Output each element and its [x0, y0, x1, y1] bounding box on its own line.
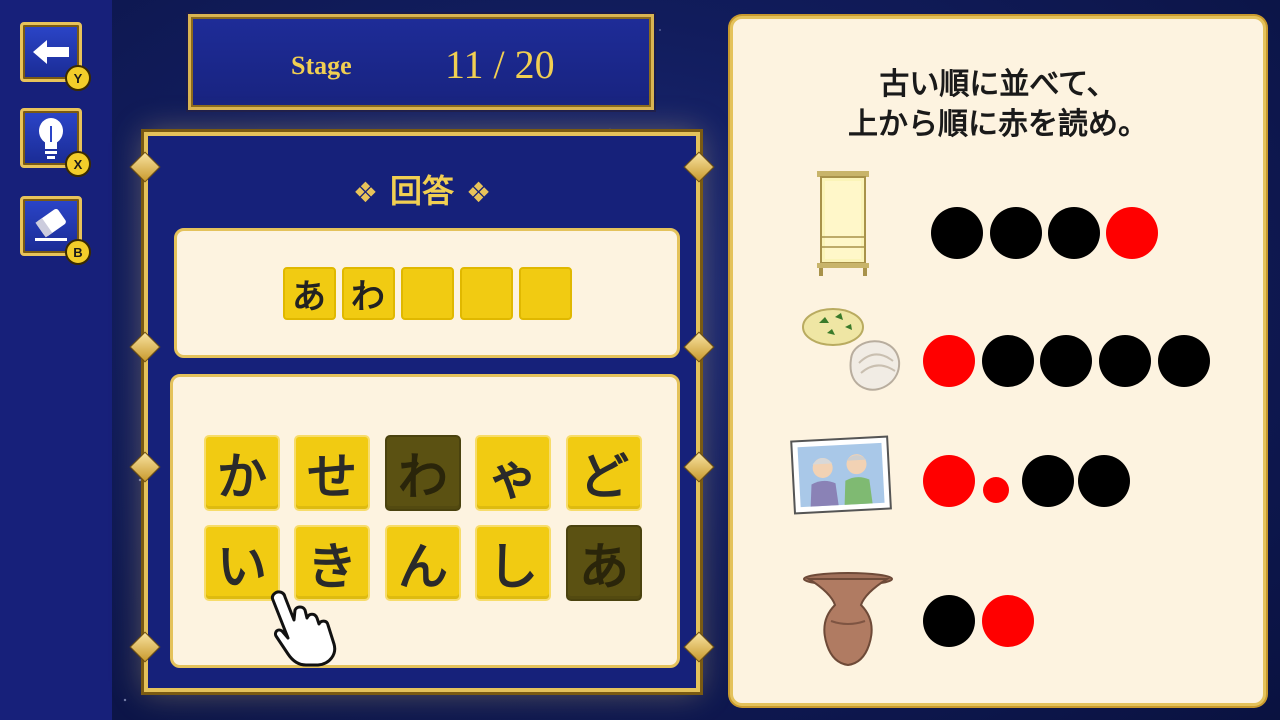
instruction-line-1: 古い順に並べて、 — [879, 67, 1117, 102]
clue3-dot-red-small — [983, 477, 1009, 503]
answer-slot[interactable]: あ — [282, 266, 336, 320]
answer-slots: あ わ — [174, 228, 680, 358]
instruction-line-2: 上から順に赤を読め。 — [848, 107, 1148, 142]
letter-tile-used[interactable]: わ — [385, 435, 461, 511]
lightbulb-icon — [39, 118, 63, 159]
answer-slot[interactable] — [400, 266, 454, 320]
ornament-icon: ❖ — [466, 176, 492, 209]
frame-ornament — [129, 451, 161, 483]
clue3-dot-black — [1022, 455, 1074, 507]
letter-tile[interactable]: ど — [566, 435, 642, 511]
letter-tile[interactable]: せ — [294, 435, 370, 511]
puzzle-card: 古い順に並べて、 上から順に赤を読め。 — [730, 16, 1266, 706]
clay-pot-icon — [803, 572, 893, 667]
stage-counter: 11 / 20 — [445, 42, 555, 87]
puzzle-instruction: 古い順に並べて、 上から順に赤を読め。 — [733, 65, 1263, 145]
ornament-icon: ❖ — [352, 176, 378, 209]
stage-label: Stage — [291, 51, 352, 80]
left-sidebar: Y X B — [0, 0, 112, 720]
b-key-badge: B — [65, 239, 91, 265]
frame-ornament — [683, 331, 715, 363]
answer-slot[interactable]: わ — [341, 266, 395, 320]
x-key-badge: X — [65, 151, 91, 177]
letter-tile[interactable]: か — [204, 435, 280, 511]
clue2-dot-red — [923, 335, 975, 387]
clue3-dot-red — [923, 455, 975, 507]
clue1-dot-black — [990, 207, 1042, 259]
eraser-icon — [35, 208, 67, 241]
answer-title: ❖ 回答 ❖ — [148, 166, 696, 212]
answer-slot[interactable] — [459, 266, 513, 320]
clue1-dot-black — [931, 207, 983, 259]
clue2-dot-black — [1040, 335, 1092, 387]
stage-indicator: Stage 11 / 20 — [188, 14, 654, 110]
clue2-dot-black — [1158, 335, 1210, 387]
letter-tile[interactable]: ゃ — [475, 435, 551, 511]
frame-ornament — [683, 451, 715, 483]
elderly-couple-photo-icon — [790, 435, 892, 515]
letter-tiles-area: か せ わ ゃ ど い き ん し あ — [170, 374, 680, 668]
clue4-dot-red — [982, 595, 1034, 647]
letter-tile-used[interactable]: あ — [566, 525, 642, 601]
clue2-dot-black — [1099, 335, 1151, 387]
letter-tile[interactable]: ん — [385, 525, 461, 601]
clue2-dot-black — [982, 335, 1034, 387]
paper-lantern-icon — [817, 171, 869, 276]
frame-ornament — [683, 631, 715, 663]
clam-shell-with-rice-icon — [802, 308, 901, 391]
eraser-button[interactable]: B — [20, 196, 91, 265]
clue3-dot-black — [1078, 455, 1130, 507]
clue4-dot-black — [923, 595, 975, 647]
y-key-badge: Y — [65, 65, 91, 91]
clue1-dot-black — [1048, 207, 1100, 259]
pointer-hand-icon — [270, 590, 337, 667]
clue1-dot-red — [1106, 207, 1158, 259]
back-button[interactable]: Y — [20, 22, 91, 91]
back-arrow-icon — [33, 40, 69, 64]
answer-title-text: 回答 — [389, 172, 454, 210]
hint-button[interactable]: X — [20, 108, 91, 177]
letter-tile[interactable]: し — [475, 525, 551, 601]
answer-slot[interactable] — [518, 266, 572, 320]
answer-panel: ❖ 回答 ❖ あ わ か せ わ ゃ ど い き ん し あ — [129, 132, 715, 692]
frame-ornament — [129, 331, 161, 363]
frame-ornament — [129, 631, 161, 663]
